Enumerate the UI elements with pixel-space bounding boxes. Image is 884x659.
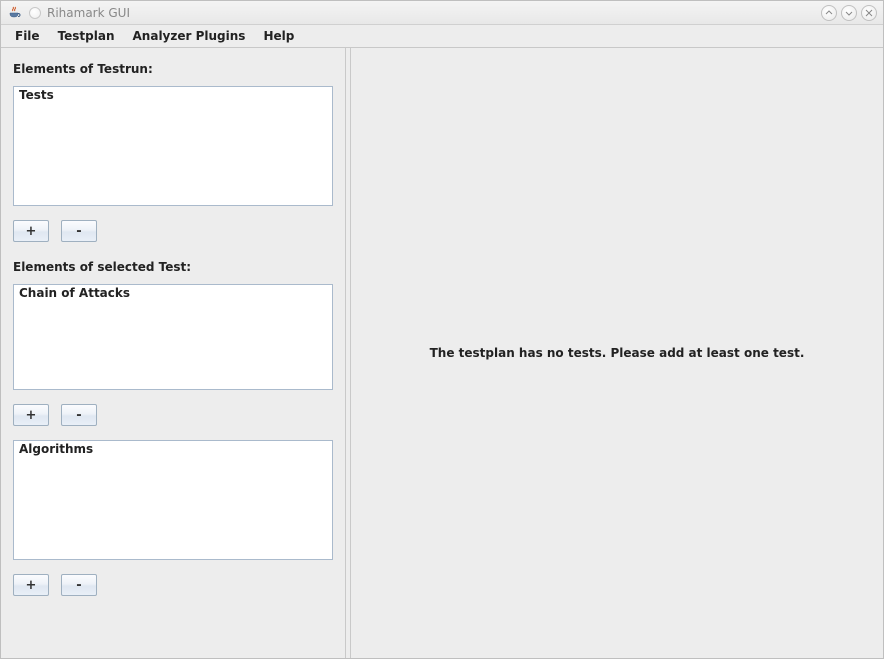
content-area: Elements of Testrun: Tests + - Elements … [1,47,883,658]
left-panel: Elements of Testrun: Tests + - Elements … [1,48,345,658]
selected-test-label: Elements of selected Test: [13,260,333,274]
chain-add-button[interactable]: + [13,404,49,426]
window-title: Rihamark GUI [47,6,130,20]
tests-add-button[interactable]: + [13,220,49,242]
menu-file[interactable]: File [7,27,48,45]
algorithms-remove-button[interactable]: - [61,574,97,596]
minimize-button[interactable] [821,5,837,21]
menu-testplan[interactable]: Testplan [50,27,123,45]
algorithms-box-title: Algorithms [17,442,95,456]
empty-testplan-message: The testplan has no tests. Please add at… [430,346,805,360]
tests-button-row: + - [13,220,333,242]
tests-box-title: Tests [17,88,56,102]
titlebar-status-icon [29,7,41,19]
algorithms-add-button[interactable]: + [13,574,49,596]
algorithms-button-row: + - [13,574,333,596]
java-icon [7,5,23,21]
chain-box-title: Chain of Attacks [17,286,132,300]
main-window: Rihamark GUI File Testplan Analyzer Plug… [0,0,884,659]
right-panel: The testplan has no tests. Please add at… [351,48,883,658]
menu-analyzer-plugins[interactable]: Analyzer Plugins [125,27,254,45]
titlebar: Rihamark GUI [1,1,883,25]
maximize-button[interactable] [841,5,857,21]
close-button[interactable] [861,5,877,21]
testrun-label: Elements of Testrun: [13,62,333,76]
algorithms-box[interactable]: Algorithms [13,440,333,560]
chain-of-attacks-box[interactable]: Chain of Attacks [13,284,333,390]
tests-remove-button[interactable]: - [61,220,97,242]
chain-button-row: + - [13,404,333,426]
menu-help[interactable]: Help [255,27,302,45]
menubar: File Testplan Analyzer Plugins Help [1,25,883,47]
chain-remove-button[interactable]: - [61,404,97,426]
tests-box[interactable]: Tests [13,86,333,206]
